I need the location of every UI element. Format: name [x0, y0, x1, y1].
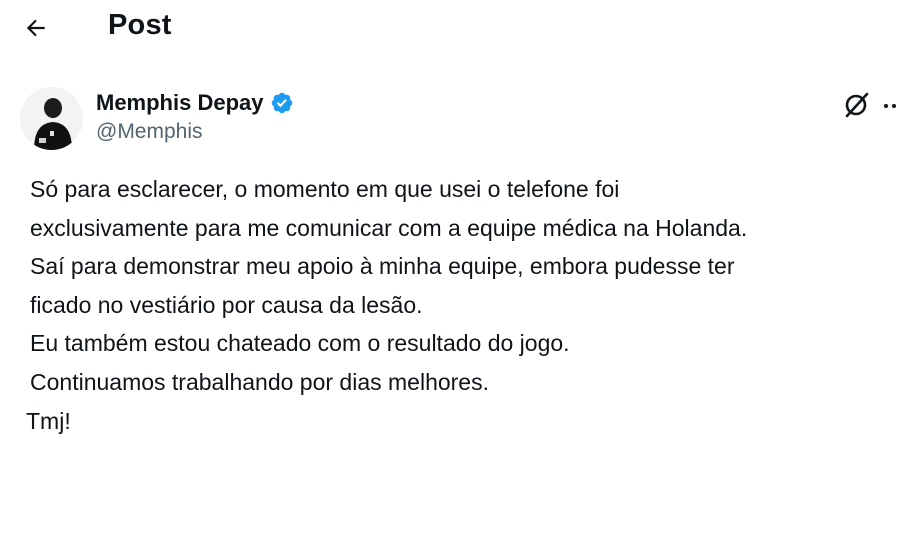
- top-bar: Post: [0, 0, 900, 56]
- page-title: Post: [108, 9, 172, 41]
- user-handle[interactable]: @Memphis: [96, 120, 294, 144]
- post-author: Memphis Depay @Memphis: [0, 82, 900, 154]
- post-text-line: Eu também estou chateado com o resultado…: [30, 330, 570, 356]
- post-text-line: Saí para demonstrar meu apoio à minha eq…: [30, 253, 735, 279]
- post-text-line: ficado no vestiário por causa da lesão.: [30, 291, 423, 318]
- display-name[interactable]: Memphis Depay: [96, 90, 264, 116]
- grok-icon[interactable]: [843, 91, 871, 119]
- post-text-line: Só para esclarecer, o momento em que use…: [30, 176, 620, 202]
- verified-badge-icon[interactable]: [270, 91, 294, 115]
- post-text: Só para esclarecer, o momento em que use…: [30, 170, 898, 401]
- more-horizontal-icon[interactable]: [880, 92, 900, 118]
- post-text-line: Continuamos trabalhando por dias melhore…: [30, 368, 489, 395]
- post-signoff: Tmj!: [26, 408, 71, 434]
- arrow-left-icon: [26, 19, 45, 37]
- avatar[interactable]: [20, 87, 83, 150]
- display-name-row: Memphis Depay: [96, 88, 294, 118]
- profile-photo: [20, 87, 83, 150]
- back-button[interactable]: [18, 10, 54, 46]
- author-names: Memphis Depay @Memphis: [96, 88, 294, 144]
- post-text-line: exclusivamente para me comunicar com a e…: [30, 214, 748, 241]
